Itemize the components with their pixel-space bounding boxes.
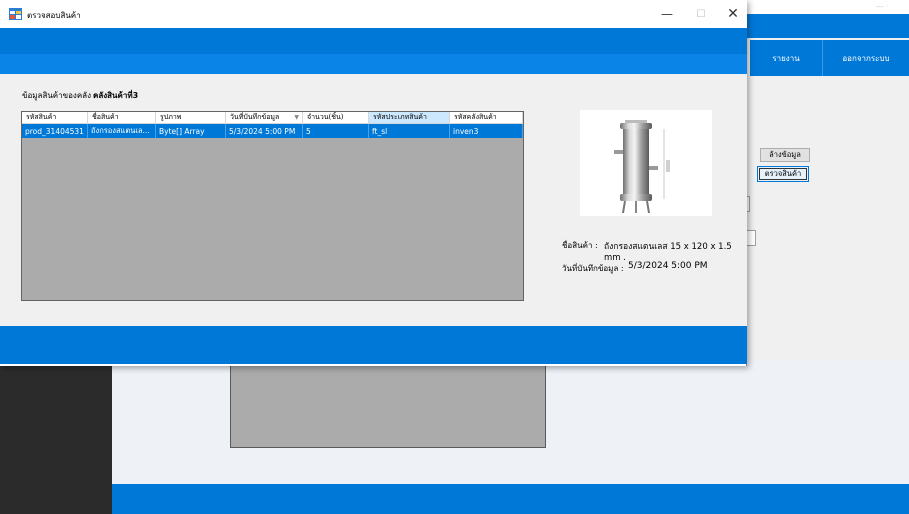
menu-report[interactable]: รายงาน — [750, 40, 823, 76]
table-cell[interactable]: 5/3/2024 5:00 PM — [226, 124, 303, 138]
warehouse-label: ข้อมูลสินค้าของคลัง : — [22, 91, 97, 100]
column-header-record-date[interactable]: วันที่บันทึกข้อมูล ▼ — [226, 112, 303, 124]
product-name-value: ถังกรองสแตนเลส 15 x 120 x 1.5 mm . — [604, 242, 732, 263]
background-window-controls: — · — [876, 2, 890, 11]
close-button[interactable]: ✕ — [716, 0, 750, 28]
background-input-field[interactable] — [746, 230, 756, 246]
column-header-warehouse-id[interactable]: รหัสคลังสินค้า — [450, 112, 523, 124]
sort-descending-icon: ▼ — [294, 114, 299, 121]
background-menu-bar: รายงาน ออกจากระบบ — [750, 40, 909, 76]
product-data-grid[interactable]: รหัสสินค้า ชื่อสินค้า รูปภาพ วันที่บันทึ… — [21, 111, 524, 301]
dialog-title: ตรวจสอบสินค้า — [27, 11, 81, 20]
column-header-record-date-label: วันที่บันทึกข้อมูล — [230, 113, 280, 121]
table-cell[interactable]: inven3 — [450, 124, 523, 138]
record-date-label: วันที่บันทึกข้อมูล : — [562, 264, 624, 273]
table-cell[interactable]: ถังกรองสแตนเล... — [88, 124, 156, 138]
column-header-product-name[interactable]: ชื่อสินค้า — [88, 112, 156, 124]
background-footer-bar — [112, 484, 909, 514]
minimize-button[interactable]: — — [650, 0, 684, 28]
column-header-product-id[interactable]: รหัสสินค้า — [22, 112, 88, 124]
table-cell[interactable]: 5 — [303, 124, 369, 138]
grid-header: รหัสสินค้า ชื่อสินค้า รูปภาพ วันที่บันทึ… — [22, 112, 523, 124]
column-header-category-id[interactable]: รหัสประเภทสินค้า — [369, 112, 450, 124]
clear-data-button[interactable]: ล้างข้อมูล — [760, 148, 810, 162]
warehouse-value: คลังสินค้าที่3 — [93, 91, 139, 100]
menu-logout[interactable]: ออกจากระบบ — [823, 40, 909, 76]
record-date-value: 5/3/2024 5:00 PM — [628, 261, 708, 271]
product-image — [580, 110, 712, 216]
dialog-titlebar[interactable]: ตรวจสอบสินค้า — ☐ ✕ — [0, 0, 747, 28]
background-data-grid[interactable] — [230, 360, 546, 448]
table-cell[interactable]: ft_sl — [369, 124, 450, 138]
column-header-quantity[interactable]: จำนวน(ชิ้น) — [303, 112, 369, 124]
dialog-subheader-band — [0, 54, 747, 74]
maximize-button[interactable]: ☐ — [684, 0, 718, 28]
table-cell[interactable]: Byte[] Array — [156, 124, 226, 138]
background-sidebar — [0, 360, 112, 514]
product-name-label: ชื่อสินค้า : — [562, 241, 598, 250]
table-row[interactable]: prod_31404531 ถังกรองสแตนเล... Byte[] Ar… — [22, 124, 523, 138]
app-form-icon — [9, 8, 22, 20]
check-product-button[interactable]: ตรวจสินค้า — [757, 166, 809, 182]
column-header-image[interactable]: รูปภาพ — [156, 112, 226, 124]
dialog-header-band — [0, 28, 747, 54]
table-cell[interactable]: prod_31404531 — [22, 124, 88, 138]
dialog-footer-bar — [0, 326, 747, 364]
product-check-dialog: ตรวจสอบสินค้า — ☐ ✕ ข้อมูลสินค้าของคลัง … — [0, 0, 747, 366]
